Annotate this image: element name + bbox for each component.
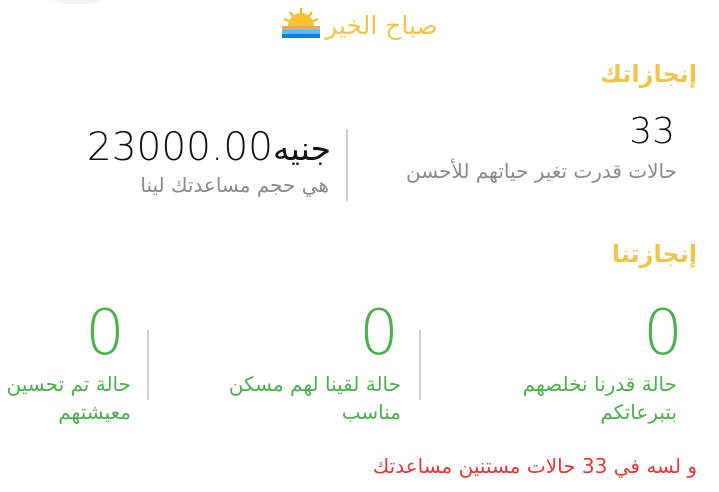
greeting-text: صباح الخير xyxy=(325,11,438,40)
help-amount: جنيه23000.00 xyxy=(87,128,331,168)
achievements-title: إنجازاتك xyxy=(600,60,697,88)
top-bar-edge xyxy=(38,0,118,4)
help-amount-label: هي حجم مساعدتك لينا xyxy=(140,173,329,197)
stat-label-clip: حالة تم تحسين أوضاع معيشتهم xyxy=(0,370,131,430)
stat-label: حالة تم تحسين أوضاع معيشتهم xyxy=(0,372,131,424)
divider xyxy=(346,129,348,201)
stat-label: حالة قدرنا نخلصهم بتبرعاتكم xyxy=(522,372,677,424)
sunrise-icon xyxy=(281,6,321,48)
stat-count: 0 xyxy=(85,296,125,369)
our-achievements-title: إنجازتنا xyxy=(611,240,697,268)
stat-label: حالة لقينا لهم مسكن مناسب xyxy=(228,372,401,424)
stat-count: 0 xyxy=(643,296,683,369)
help-amount-value: 23000.00 xyxy=(86,125,273,170)
greeting-header: صباح الخير xyxy=(0,6,719,48)
cases-changed-label: حالات قدرت تغير حياتهم للأحسن xyxy=(406,159,677,183)
currency-label: جنيه xyxy=(272,129,331,168)
cases-changed-count: 33 xyxy=(629,111,675,152)
remaining-cases-text: و لسه في 33 حالات مستنين مساعدتك xyxy=(372,454,697,478)
stat-count: 0 xyxy=(359,296,399,369)
